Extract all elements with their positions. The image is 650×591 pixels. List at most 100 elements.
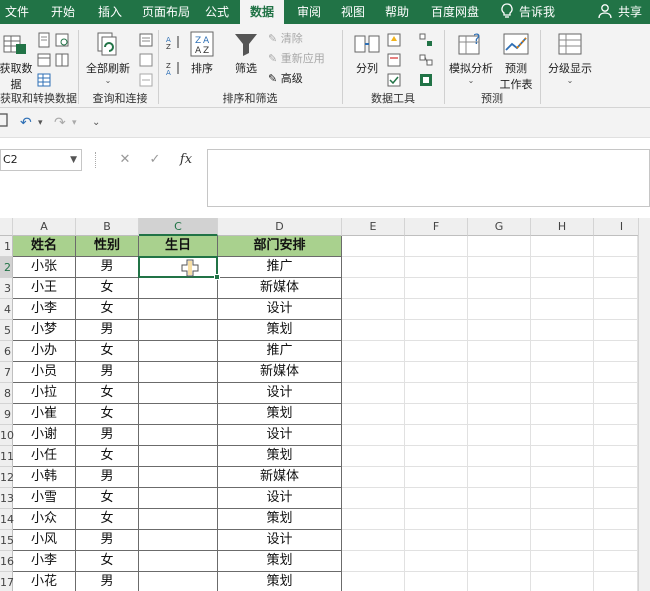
edit-links-icon[interactable]: [138, 72, 154, 88]
cell[interactable]: [531, 320, 594, 341]
outline-button[interactable]: 分级显示 ⌄: [544, 30, 596, 85]
cell[interactable]: [594, 362, 638, 383]
cell[interactable]: [468, 320, 531, 341]
tab-review[interactable]: 审阅: [292, 0, 326, 24]
table-cell[interactable]: 小张: [13, 257, 76, 278]
row-header[interactable]: 11: [0, 446, 14, 467]
header-cell[interactable]: 性别: [76, 236, 139, 257]
tab-baidu-netdisk[interactable]: 百度网盘: [424, 0, 486, 24]
undo-button[interactable]: ↶: [20, 113, 32, 133]
cell[interactable]: [531, 404, 594, 425]
table-cell[interactable]: 设计: [218, 383, 342, 404]
sort-button[interactable]: ZAAZ 排序: [186, 30, 218, 76]
table-cell[interactable]: [139, 488, 218, 509]
cell[interactable]: [594, 383, 638, 404]
header-cell[interactable]: 部门安排: [218, 236, 342, 257]
cell[interactable]: [405, 320, 468, 341]
reapply-button[interactable]: ✎ 重新应用: [268, 50, 325, 68]
table-cell[interactable]: 策划: [218, 320, 342, 341]
column-header[interactable]: B: [76, 218, 139, 236]
cell[interactable]: [531, 257, 594, 278]
table-cell[interactable]: 推广: [218, 257, 342, 278]
table-cell[interactable]: 策划: [218, 446, 342, 467]
table-cell[interactable]: 设计: [218, 299, 342, 320]
table-cell[interactable]: 策划: [218, 551, 342, 572]
column-header[interactable]: H: [531, 218, 594, 236]
table-cell[interactable]: [139, 425, 218, 446]
cell[interactable]: [531, 488, 594, 509]
cell[interactable]: [405, 530, 468, 551]
cell[interactable]: [405, 488, 468, 509]
column-header[interactable]: F: [405, 218, 468, 236]
tab-insert[interactable]: 插入: [90, 0, 130, 24]
cell[interactable]: [405, 551, 468, 572]
cell[interactable]: [594, 488, 638, 509]
cell[interactable]: [342, 362, 405, 383]
cell[interactable]: [468, 257, 531, 278]
table-cell[interactable]: [139, 278, 218, 299]
column-header[interactable]: A: [13, 218, 76, 236]
table-cell[interactable]: 策划: [218, 404, 342, 425]
row-header[interactable]: 14: [0, 509, 14, 530]
table-cell[interactable]: 女: [76, 488, 139, 509]
cell[interactable]: [405, 425, 468, 446]
cell[interactable]: [468, 530, 531, 551]
undo-dropdown-icon[interactable]: ▾: [38, 113, 43, 133]
cell[interactable]: [405, 509, 468, 530]
table-cell[interactable]: 小李: [13, 551, 76, 572]
row-header[interactable]: 17: [0, 572, 14, 591]
table-cell[interactable]: 小拉: [13, 383, 76, 404]
table-cell[interactable]: 小王: [13, 278, 76, 299]
cell[interactable]: [405, 404, 468, 425]
table-cell[interactable]: 女: [76, 446, 139, 467]
tab-data[interactable]: 数据: [240, 0, 284, 24]
relationships-icon[interactable]: [418, 52, 434, 68]
row-header[interactable]: 15: [0, 530, 14, 551]
cell[interactable]: [342, 278, 405, 299]
table-cell[interactable]: [139, 299, 218, 320]
table-cell[interactable]: 新媒体: [218, 467, 342, 488]
table-cell[interactable]: [139, 341, 218, 362]
cell[interactable]: [405, 467, 468, 488]
cell[interactable]: [531, 383, 594, 404]
redo-button[interactable]: ↷: [54, 113, 66, 133]
table-cell[interactable]: 小办: [13, 341, 76, 362]
properties-icon[interactable]: [138, 52, 154, 68]
tab-help[interactable]: 帮助: [380, 0, 414, 24]
cell[interactable]: [531, 425, 594, 446]
header-cell[interactable]: 姓名: [13, 236, 76, 257]
cell[interactable]: [468, 236, 531, 257]
table-cell[interactable]: 女: [76, 278, 139, 299]
table-cell[interactable]: [139, 362, 218, 383]
cell[interactable]: [594, 530, 638, 551]
table-cell[interactable]: 小员: [13, 362, 76, 383]
cell[interactable]: [594, 425, 638, 446]
from-table-icon[interactable]: [36, 72, 52, 88]
table-cell[interactable]: 策划: [218, 509, 342, 530]
row-header[interactable]: 5: [0, 320, 13, 341]
table-cell[interactable]: 策划: [218, 572, 342, 591]
cell[interactable]: [405, 572, 468, 591]
cell[interactable]: [405, 299, 468, 320]
cell[interactable]: [405, 446, 468, 467]
cell[interactable]: [342, 467, 405, 488]
tab-view[interactable]: 视图: [336, 0, 370, 24]
cell[interactable]: [468, 509, 531, 530]
table-cell[interactable]: [139, 320, 218, 341]
header-cell[interactable]: 生日: [139, 236, 218, 257]
cell[interactable]: [342, 530, 405, 551]
what-if-analysis-button[interactable]: ? 模拟分析 ⌄: [448, 30, 494, 85]
cell[interactable]: [405, 278, 468, 299]
table-cell[interactable]: 男: [76, 425, 139, 446]
table-cell[interactable]: 新媒体: [218, 362, 342, 383]
cell[interactable]: [342, 341, 405, 362]
cell[interactable]: [342, 320, 405, 341]
formula-input[interactable]: [207, 149, 650, 207]
row-header[interactable]: 12: [0, 467, 14, 488]
row-header[interactable]: 1: [0, 236, 13, 257]
cell[interactable]: [342, 509, 405, 530]
table-cell[interactable]: [139, 257, 218, 278]
cell[interactable]: [594, 278, 638, 299]
from-web-icon[interactable]: [36, 52, 52, 68]
redo-dropdown-icon[interactable]: ▾: [72, 113, 77, 133]
